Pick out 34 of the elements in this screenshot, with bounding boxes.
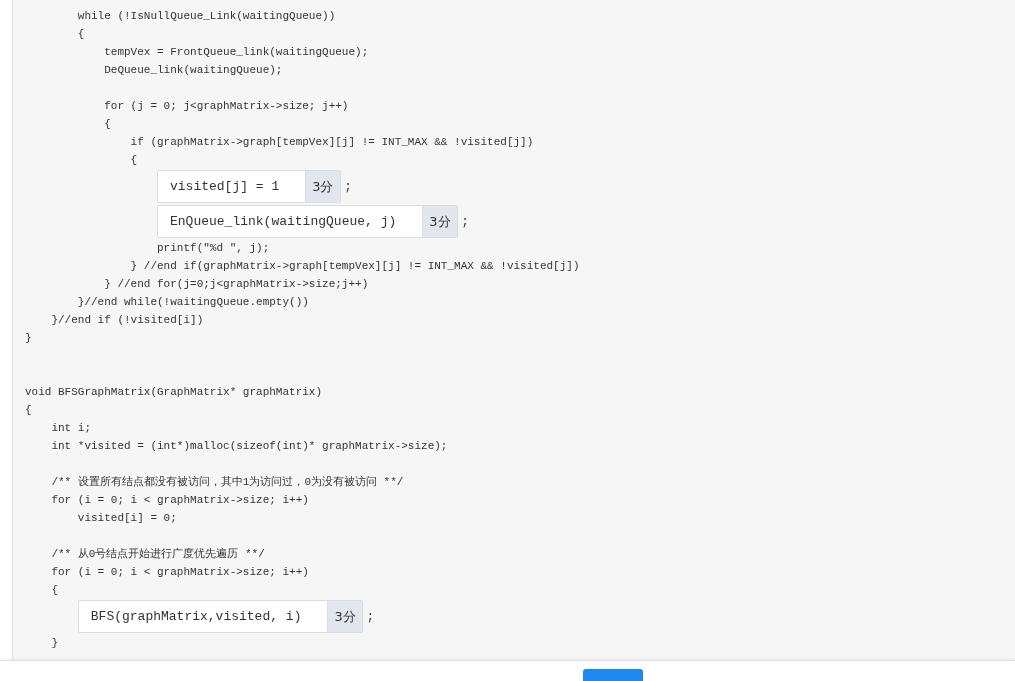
code-line: {	[76, 28, 85, 40]
code-line: if (graphMatrix->graph[tempVex][j] != INT_MAX && !visited[j])	[129, 136, 534, 148]
code-line: {	[103, 118, 111, 130]
score-label: 3分	[327, 601, 362, 632]
code-line: for (j = 0; j<graphMatrix->size; j++)	[103, 100, 349, 112]
code-line: } //end if(graphMatrix->graph[tempVex][j] != INT_MAX && !visited[j])	[129, 260, 580, 272]
code-line: for (i = 0; i < graphMatrix->size; i++)	[50, 494, 309, 506]
code-line: }//end while(!waitingQueue.empty())	[76, 296, 309, 308]
code-line: }	[25, 332, 32, 344]
answer-field[interactable]: EnQueue_link(waitingQueue, j) 3分	[157, 205, 458, 238]
code-line: /** 从0号结点开始进行广度优先遍历 **/	[50, 548, 265, 560]
code-line: /** 设置所有结点都没有被访问，其中1为访问过，0为没有被访问 **/	[50, 476, 404, 488]
answer-field[interactable]: BFS(graphMatrix,visited, i) 3分	[77, 600, 363, 633]
code-line: int *visited = (int*)malloc(sizeof(int)* graphMatrix->size);	[50, 440, 448, 452]
code-line: tempVex = FrontQueue_link(waitingQueue);	[103, 46, 369, 58]
code-line: } //end for(j=0;j<graphMatrix->size;j++)	[103, 278, 369, 290]
semicolon: ;	[344, 179, 352, 194]
code-line: {	[50, 584, 58, 596]
code-line: {	[25, 404, 32, 416]
answer-field[interactable]: visited[j] = 1 3分	[157, 170, 341, 203]
code-line: }	[50, 637, 58, 649]
score-label: 3分	[305, 171, 340, 202]
code-line: DeQueue_link(waitingQueue);	[103, 64, 283, 76]
code-line: }//end if (!visited[i])	[50, 314, 204, 326]
code-line: printf("%d ", j);	[156, 242, 270, 254]
semicolon: ;	[461, 214, 469, 229]
code-line: {	[129, 154, 138, 166]
score-label: 3分	[422, 206, 457, 237]
code-line: visited[i] = 0;	[76, 512, 177, 524]
code-line: for (i = 0; i < graphMatrix->size; i++)	[50, 566, 309, 578]
code-line: while (!IsNullQueue_Link(waitingQueue))	[76, 10, 336, 22]
code-line: void BFSGraphMatrix(GraphMatrix* graphMatrix)	[25, 386, 323, 398]
semicolon: ;	[366, 609, 374, 624]
code-line: int i;	[50, 422, 91, 434]
